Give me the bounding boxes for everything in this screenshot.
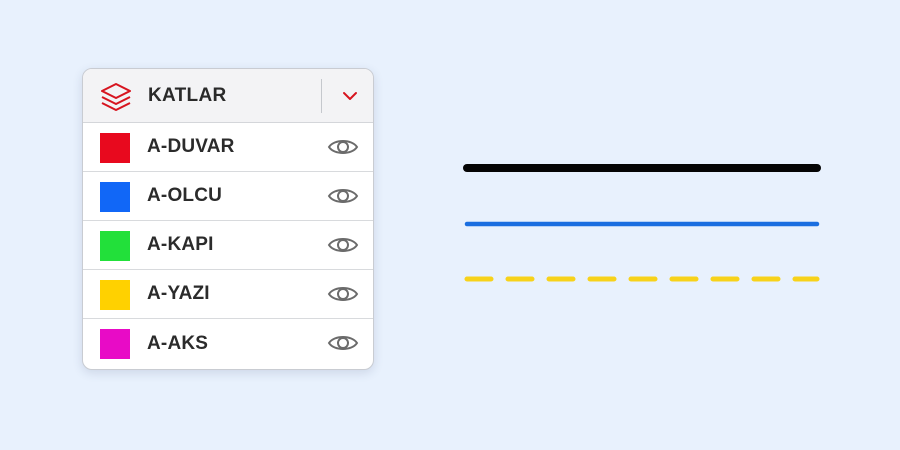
layer-name: A-KAPI <box>147 234 214 255</box>
chevron-down-icon <box>343 92 357 100</box>
header-divider <box>321 79 322 113</box>
layer-name: A-OLCU <box>147 185 223 206</box>
layer-color-swatch[interactable] <box>100 329 130 359</box>
dropdown-toggle-button[interactable] <box>327 69 373 123</box>
layer-color-swatch[interactable] <box>100 231 130 261</box>
eye-icon[interactable] <box>327 282 359 306</box>
eye-icon[interactable] <box>327 184 359 208</box>
layer-color-swatch[interactable] <box>100 133 130 163</box>
eye-icon[interactable] <box>327 331 359 355</box>
layer-row[interactable]: A-OLCU <box>83 172 373 221</box>
layer-name: A-DUVAR <box>147 136 235 157</box>
panel-title: KATLAR <box>148 84 227 106</box>
eye-icon[interactable] <box>327 233 359 257</box>
layer-color-swatch[interactable] <box>100 182 130 212</box>
layers-panel: KATLAR A-DUVAR A-OLCU A-KAPI A-YAZI A-AK… <box>82 68 374 370</box>
layer-row[interactable]: A-KAPI <box>83 221 373 270</box>
drawing-canvas[interactable] <box>455 140 835 310</box>
layer-name: A-AKS <box>147 332 209 354</box>
layer-row[interactable]: A-YAZI <box>83 270 373 319</box>
layers-icon <box>101 83 131 111</box>
layer-row[interactable]: A-DUVAR <box>83 123 373 172</box>
layer-name: A-YAZI <box>147 283 210 304</box>
eye-icon[interactable] <box>327 135 359 159</box>
layer-color-swatch[interactable] <box>100 280 130 310</box>
layer-row[interactable]: A-AKS <box>83 319 373 368</box>
layers-dropdown-header[interactable]: KATLAR <box>83 69 373 123</box>
